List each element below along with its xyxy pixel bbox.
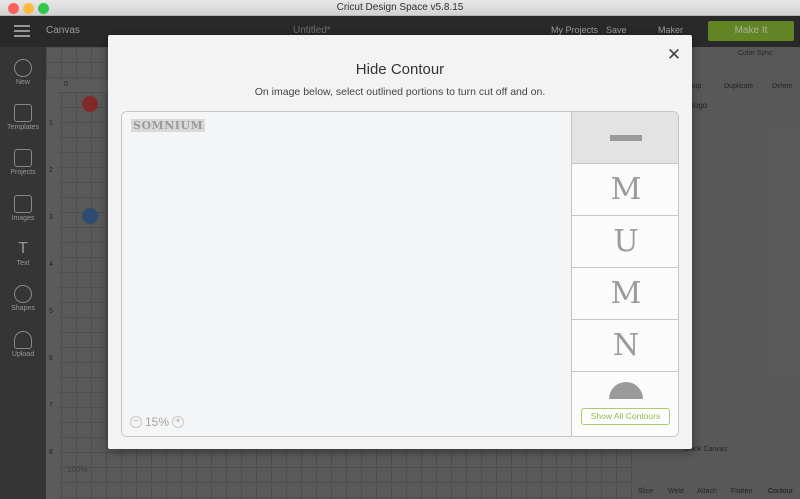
contour-item[interactable]: M: [572, 268, 678, 320]
contour-list: M U M N: [571, 112, 678, 436]
hide-contour-dialog: Hide Contour On image below, select outl…: [108, 35, 692, 449]
dialog-subtitle: On image below, select outlined portions…: [254, 86, 546, 98]
zoom-level: 15%: [145, 415, 170, 429]
preview-image-text[interactable]: SOMNIUM: [131, 119, 206, 132]
window-title: Cricut Design Space v5.8.15: [336, 2, 464, 13]
contour-glyph: M: [610, 276, 642, 311]
image-preview[interactable]: SOMNIUM − 15% +: [122, 112, 572, 436]
contour-item[interactable]: M: [572, 164, 678, 216]
zoom-in-button[interactable]: +: [172, 416, 185, 428]
zoom-out-button[interactable]: −: [130, 416, 142, 428]
contour-item[interactable]: U: [572, 216, 678, 268]
zoom-controls: − 15% +: [130, 414, 185, 430]
contour-arc-shape: [609, 382, 643, 399]
contour-workspace: SOMNIUM − 15% + M U M N Show All Contour…: [121, 111, 679, 437]
dialog-title: Hide Contour: [355, 61, 445, 78]
contour-item[interactable]: N: [572, 320, 678, 372]
contour-item[interactable]: [572, 112, 678, 164]
close-icon[interactable]: ✕: [666, 46, 682, 63]
contour-bar-shape: [610, 135, 642, 141]
window-titlebar: Cricut Design Space v5.8.15: [0, 0, 800, 16]
contour-glyph: N: [612, 328, 640, 363]
contour-glyph: M: [610, 172, 642, 207]
contour-glyph: U: [613, 224, 639, 259]
show-all-contours-button[interactable]: Show All Contours: [581, 408, 670, 425]
contour-item[interactable]: [572, 372, 678, 436]
